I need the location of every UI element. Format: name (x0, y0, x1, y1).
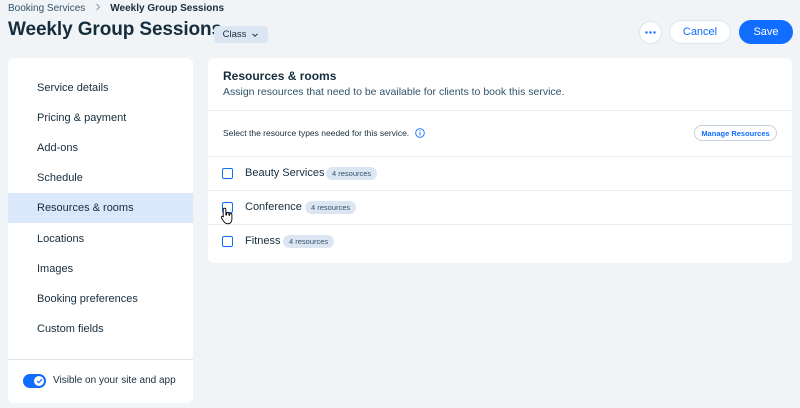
beauty-services-checkbox[interactable] (222, 168, 233, 179)
instruction-row: Select the resource types needed for thi… (223, 128, 425, 138)
divider (208, 110, 792, 111)
visibility-toggle[interactable] (23, 374, 46, 388)
sidebar-item-schedule[interactable]: Schedule (8, 163, 193, 193)
sidebar-item-add-ons[interactable]: Add-ons (8, 133, 193, 163)
sidebar: Service details Pricing & payment Add-on… (8, 58, 193, 403)
hand-pointer-cursor-icon (220, 207, 233, 225)
resource-row-conference[interactable]: Conference 4 resources (208, 191, 792, 225)
breadcrumb-parent-link[interactable]: Booking Services (8, 3, 85, 14)
resource-name[interactable]: Beauty Services (245, 167, 324, 179)
checkmark-icon (36, 378, 42, 384)
instruction-text: Select the resource types needed for thi… (223, 128, 410, 138)
service-type-dropdown[interactable]: Class (214, 26, 268, 43)
sidebar-item-service-details[interactable]: Service details (8, 73, 193, 103)
save-button[interactable]: Save (739, 20, 793, 44)
service-type-label: Class (222, 29, 247, 40)
resource-name[interactable]: Conference (245, 201, 302, 213)
resource-count-badge: 4 resources (305, 201, 357, 214)
manage-resources-button[interactable]: Manage Resources (694, 125, 777, 141)
resource-count-badge: 4 resources (326, 167, 378, 180)
info-icon[interactable] (415, 128, 425, 138)
chevron-down-icon (252, 32, 259, 37)
fitness-checkbox[interactable] (222, 236, 233, 247)
sidebar-item-resources-rooms[interactable]: Resources & rooms (8, 193, 193, 223)
sidebar-item-custom-fields[interactable]: Custom fields (8, 314, 193, 344)
sidebar-item-pricing-payment[interactable]: Pricing & payment (8, 103, 193, 133)
sidebar-item-locations[interactable]: Locations (8, 224, 193, 254)
breadcrumb-current: Weekly Group Sessions (110, 2, 225, 14)
resource-name[interactable]: Fitness (245, 235, 280, 247)
more-actions-button[interactable] (639, 21, 662, 44)
resource-row-beauty-services[interactable]: Beauty Services 4 resources (208, 157, 792, 191)
more-horizontal-icon (645, 31, 656, 34)
resources-panel: Resources & rooms Assign resources that … (208, 58, 792, 263)
sidebar-divider (8, 359, 193, 360)
page-title: Weekly Group Sessions (8, 19, 223, 40)
visibility-toggle-label: Visible on your site and app (53, 375, 176, 386)
sidebar-item-images[interactable]: Images (8, 254, 193, 284)
chevron-right-icon (95, 3, 101, 14)
cancel-button[interactable]: Cancel (669, 20, 731, 44)
resource-row-fitness[interactable]: Fitness 4 resources (208, 225, 792, 259)
toggle-knob (34, 376, 44, 386)
panel-subtitle: Assign resources that need to be availab… (223, 86, 565, 98)
resource-count-badge: 4 resources (283, 235, 335, 248)
panel-title: Resources & rooms (223, 69, 337, 83)
sidebar-item-booking-preferences[interactable]: Booking preferences (8, 284, 193, 314)
breadcrumb: Booking Services Weekly Group Sessions (8, 1, 224, 15)
